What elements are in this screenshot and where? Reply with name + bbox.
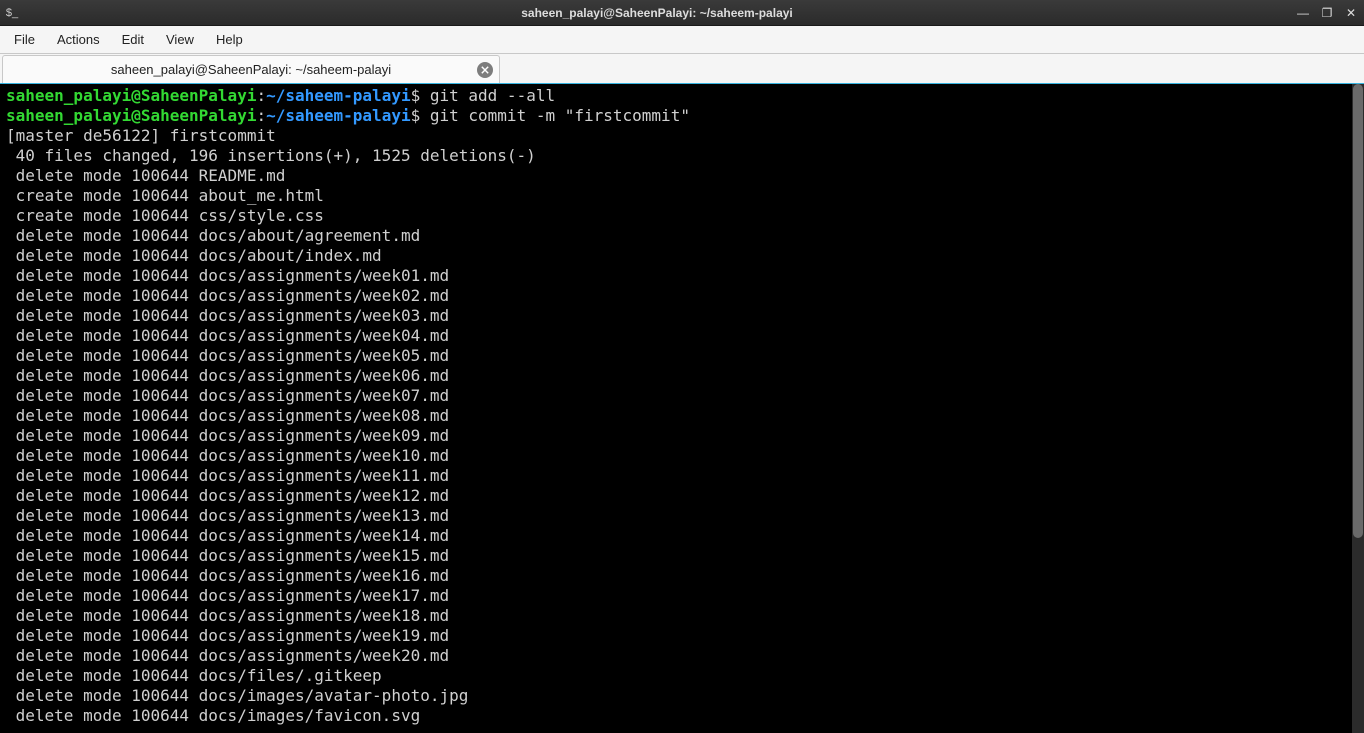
terminal-line: 40 files changed, 196 insertions(+), 152… <box>6 146 1358 166</box>
window-controls: — ❐ ✕ <box>1290 7 1364 19</box>
vertical-scrollbar[interactable] <box>1352 84 1364 733</box>
maximize-button[interactable]: ❐ <box>1320 7 1334 19</box>
terminal-line: delete mode 100644 docs/images/avatar-ph… <box>6 686 1358 706</box>
menu-actions[interactable]: Actions <box>47 28 110 51</box>
tab-close-button[interactable] <box>477 62 493 78</box>
terminal-line: delete mode 100644 docs/assignments/week… <box>6 546 1358 566</box>
terminal-line: delete mode 100644 docs/images/favicon.s… <box>6 706 1358 726</box>
terminal-line: delete mode 100644 README.md <box>6 166 1358 186</box>
tab-active[interactable]: saheen_palayi@SaheenPalayi: ~/saheem-pal… <box>2 55 500 83</box>
terminal-line: delete mode 100644 docs/assignments/week… <box>6 306 1358 326</box>
menu-view[interactable]: View <box>156 28 204 51</box>
terminal-line: delete mode 100644 docs/assignments/week… <box>6 406 1358 426</box>
terminal-line: saheen_palayi@SaheenPalayi:~/saheem-pala… <box>6 106 1358 126</box>
menu-edit[interactable]: Edit <box>112 28 154 51</box>
close-button[interactable]: ✕ <box>1344 7 1358 19</box>
terminal-line: delete mode 100644 docs/assignments/week… <box>6 526 1358 546</box>
terminal-line: delete mode 100644 docs/assignments/week… <box>6 446 1358 466</box>
terminal-line: delete mode 100644 docs/assignments/week… <box>6 586 1358 606</box>
terminal-line: delete mode 100644 docs/files/.gitkeep <box>6 666 1358 686</box>
terminal-line: create mode 100644 about_me.html <box>6 186 1358 206</box>
terminal-line: delete mode 100644 docs/assignments/week… <box>6 266 1358 286</box>
terminal-line: delete mode 100644 docs/assignments/week… <box>6 426 1358 446</box>
window-titlebar: $_ saheen_palayi@SaheenPalayi: ~/saheem-… <box>0 0 1364 26</box>
menu-file[interactable]: File <box>4 28 45 51</box>
menubar: File Actions Edit View Help <box>0 26 1364 54</box>
minimize-button[interactable]: — <box>1296 7 1310 19</box>
terminal-line: delete mode 100644 docs/assignments/week… <box>6 606 1358 626</box>
close-icon <box>481 66 489 74</box>
terminal-line: saheen_palayi@SaheenPalayi:~/saheem-pala… <box>6 86 1358 106</box>
tab-label: saheen_palayi@SaheenPalayi: ~/saheem-pal… <box>111 62 391 77</box>
menu-help[interactable]: Help <box>206 28 253 51</box>
terminal-line: delete mode 100644 docs/assignments/week… <box>6 326 1358 346</box>
terminal-line: delete mode 100644 docs/assignments/week… <box>6 366 1358 386</box>
terminal-line: create mode 100644 css/style.css <box>6 206 1358 226</box>
terminal-line: delete mode 100644 docs/assignments/week… <box>6 566 1358 586</box>
terminal-line: delete mode 100644 docs/about/index.md <box>6 246 1358 266</box>
terminal-output[interactable]: saheen_palayi@SaheenPalayi:~/saheem-pala… <box>0 84 1364 733</box>
tab-bar: saheen_palayi@SaheenPalayi: ~/saheem-pal… <box>0 54 1364 84</box>
terminal-line: delete mode 100644 docs/assignments/week… <box>6 386 1358 406</box>
terminal-line: delete mode 100644 docs/assignments/week… <box>6 486 1358 506</box>
terminal-line: [master de56122] firstcommit <box>6 126 1358 146</box>
terminal-line: delete mode 100644 docs/about/agreement.… <box>6 226 1358 246</box>
terminal-line: delete mode 100644 docs/assignments/week… <box>6 506 1358 526</box>
terminal-line: delete mode 100644 docs/assignments/week… <box>6 286 1358 306</box>
terminal-line: delete mode 100644 docs/assignments/week… <box>6 646 1358 666</box>
terminal-line: delete mode 100644 docs/assignments/week… <box>6 466 1358 486</box>
terminal-line: delete mode 100644 docs/assignments/week… <box>6 626 1358 646</box>
window-title: saheen_palayi@SaheenPalayi: ~/saheem-pal… <box>24 6 1290 20</box>
scrollbar-thumb[interactable] <box>1353 84 1363 538</box>
terminal-line: delete mode 100644 docs/assignments/week… <box>6 346 1358 366</box>
terminal-app-icon: $_ <box>0 7 24 19</box>
